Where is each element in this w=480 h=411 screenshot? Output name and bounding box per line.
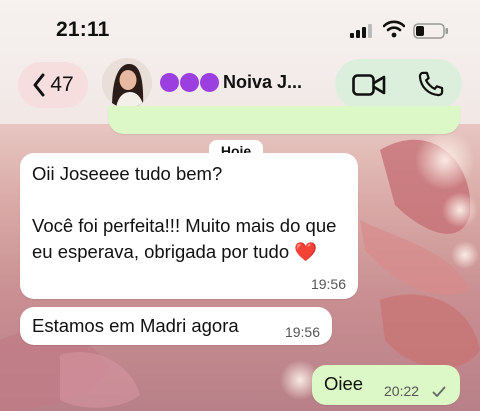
unread-count: 47 (50, 73, 74, 96)
contact-name: Noiva J... (223, 72, 303, 92)
video-call-icon[interactable] (352, 73, 386, 97)
voice-call-icon[interactable] (417, 70, 445, 98)
previous-outgoing-bubble (108, 106, 460, 134)
incoming-message[interactable]: Oii Joseeee tudo bem? Você foi perfeita!… (20, 153, 358, 299)
status-bar: 21:11 (0, 18, 480, 46)
purple-circle-emoji (200, 73, 219, 92)
back-button[interactable]: 47 (18, 62, 88, 108)
battery-icon (413, 23, 448, 39)
message-text: Oii Joseeee tudo bem? Você foi perfeita!… (32, 163, 337, 262)
avatar-photo (102, 58, 152, 108)
chevron-left-icon (33, 73, 45, 97)
message-time: 20:22 (384, 383, 420, 399)
outgoing-message[interactable]: Oiee 20:22 (312, 365, 460, 405)
purple-circle-emoji (160, 73, 179, 92)
contact-title[interactable]: Noiva J... (160, 72, 302, 93)
message-text: Estamos em Madri agora (32, 315, 239, 336)
signal-icon (350, 24, 372, 38)
contact-avatar[interactable] (102, 58, 152, 108)
incoming-message[interactable]: Estamos em Madri agora 19:56 (20, 307, 332, 345)
status-time: 21:11 (56, 18, 110, 41)
purple-circle-emoji (180, 73, 199, 92)
check-icon (432, 386, 446, 397)
message-time: 19:56 (284, 324, 320, 340)
message-text: Oiee (324, 373, 364, 394)
wifi-icon (383, 20, 405, 38)
message-time: 19:56 (310, 276, 346, 292)
